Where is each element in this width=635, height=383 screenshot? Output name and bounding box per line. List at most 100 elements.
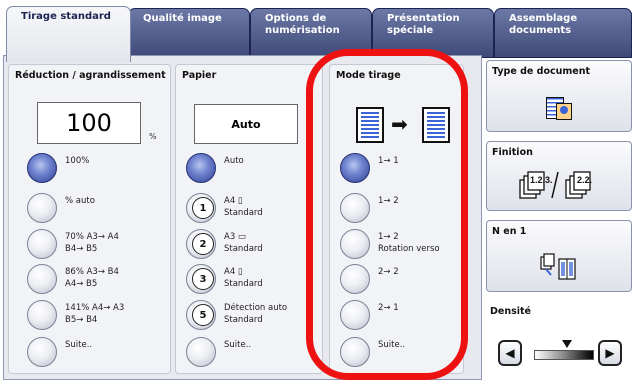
- finishing-label: Finition: [492, 147, 533, 158]
- mode-column: Mode tirage ➡ 1→ 1 1→ 2 1→ 2 Rotation ver…: [329, 64, 464, 374]
- radio-button[interactable]: [27, 229, 57, 259]
- paper-option[interactable]: 5 Détection auto Standard: [186, 300, 316, 332]
- reduction-value: 100: [66, 109, 112, 137]
- reduction-option[interactable]: % auto: [27, 193, 167, 225]
- mode-option[interactable]: 2→ 1: [340, 300, 460, 332]
- option-label: 70% A3→ A4 B4→ B5: [65, 232, 119, 254]
- option-label: 100%: [65, 156, 90, 166]
- reduction-value-box[interactable]: 100: [37, 102, 141, 144]
- document-type-label: Type de document: [492, 66, 591, 77]
- paper-option[interactable]: Suite..: [186, 337, 316, 369]
- option-label: 86% A3→ B4 A4→ B5: [65, 267, 119, 289]
- tab-presentation-speciale[interactable]: Présentation spéciale: [372, 8, 494, 58]
- option-label: A3 ▭ Standard: [224, 232, 263, 254]
- tab-assemblage-documents[interactable]: Assemblage documents: [494, 8, 632, 58]
- density-lighter-button[interactable]: ◀: [498, 340, 522, 366]
- tab-label: Présentation: [387, 13, 460, 24]
- paper-value-box[interactable]: Auto: [194, 104, 298, 144]
- option-label: 1→ 2 Rotation verso: [378, 232, 440, 254]
- n-up-button[interactable]: N en 1: [486, 220, 632, 292]
- density-marker: [562, 340, 572, 348]
- reduction-unit: %: [149, 132, 157, 141]
- paper-option[interactable]: 3 A4 ▯ Standard: [186, 264, 316, 296]
- option-label: Détection auto Standard: [224, 303, 288, 325]
- copy-screen: Tirage standard Qualité image Options de…: [0, 0, 635, 383]
- radio-button[interactable]: [27, 337, 57, 367]
- bypass-tray-icon: 5: [192, 304, 214, 326]
- option-label: A4 ▯ Standard: [224, 267, 263, 289]
- radio-button[interactable]: [186, 337, 216, 367]
- option-label: 2→ 1: [378, 303, 399, 313]
- tab-options-numerisation[interactable]: Options de numérisation: [250, 8, 372, 58]
- tray-1-icon: 1: [192, 197, 214, 219]
- reduction-option[interactable]: 70% A3→ A4 B4→ B5: [27, 229, 167, 261]
- tray-3-icon: 3: [192, 268, 214, 290]
- density-scale: [534, 340, 594, 360]
- finishing-button[interactable]: Finition 1.2.3. 2.2.: [486, 141, 632, 211]
- mode-option[interactable]: 2→ 2: [340, 264, 460, 296]
- arrow-left-icon: ◀: [505, 346, 515, 360]
- radio-button[interactable]: [27, 300, 57, 330]
- paper-column: Papier Auto Auto 1 A4 ▯ Standard 2 A3 ▭ St…: [175, 64, 323, 374]
- tab-label-2: spéciale: [387, 25, 434, 36]
- tab-tirage-standard[interactable]: Tirage standard: [6, 6, 131, 62]
- n-up-label: N en 1: [492, 226, 527, 237]
- arrow-right-icon: ▶: [605, 346, 615, 360]
- radio-button[interactable]: [186, 153, 216, 183]
- option-label: 2→ 2: [378, 267, 399, 277]
- option-label: A4 ▯ Standard: [224, 196, 263, 218]
- radio-button[interactable]: [340, 193, 370, 223]
- main-panel: Réduction / agrandissement 100 % 100% % …: [3, 55, 482, 380]
- radio-button[interactable]: [27, 153, 57, 183]
- radio-button[interactable]: [27, 193, 57, 223]
- radio-button[interactable]: [340, 300, 370, 330]
- n-up-icon: [540, 253, 576, 280]
- mode-title: Mode tirage: [336, 70, 401, 81]
- tab-label: Qualité image: [143, 13, 222, 24]
- reduction-option[interactable]: 100%: [27, 153, 167, 185]
- radio-button[interactable]: [340, 229, 370, 259]
- reduction-option[interactable]: 141% A4→ A3 B5→ B4: [27, 300, 167, 332]
- output-page-icon: [422, 107, 450, 143]
- option-label: 1→ 2: [378, 196, 399, 206]
- mode-option[interactable]: 1→ 1: [340, 153, 460, 185]
- mode-option[interactable]: 1→ 2: [340, 193, 460, 225]
- density-darker-button[interactable]: ▶: [598, 340, 622, 366]
- radio-button[interactable]: [340, 264, 370, 294]
- svg-text:2.2.: 2.2.: [577, 175, 592, 185]
- document-type-button[interactable]: Type de document: [486, 60, 632, 132]
- option-label: 141% A4→ A3 B5→ B4: [65, 303, 125, 325]
- tab-label: Options de: [265, 13, 327, 24]
- arrow-right-icon: ➡: [391, 112, 408, 136]
- radio-button[interactable]: [27, 264, 57, 294]
- paper-option[interactable]: 1 A4 ▯ Standard: [186, 193, 316, 225]
- paper-option[interactable]: 2 A3 ▭ Standard: [186, 229, 316, 261]
- tab-label-2: documents: [509, 25, 572, 36]
- document-photo-icon: [544, 97, 574, 121]
- option-label: % auto: [65, 196, 95, 206]
- option-label: Suite..: [224, 340, 252, 350]
- density-label: Densité: [490, 306, 531, 317]
- reduction-option[interactable]: Suite..: [27, 337, 167, 369]
- tray-2-icon: 2: [192, 233, 214, 255]
- tab-label: Assemblage: [509, 13, 578, 24]
- reduction-title: Réduction / agrandissement: [15, 70, 166, 81]
- source-page-icon: [356, 107, 384, 143]
- paper-option[interactable]: Auto: [186, 153, 316, 185]
- mode-option[interactable]: 1→ 2 Rotation verso: [340, 229, 460, 261]
- option-label: Suite..: [65, 340, 93, 350]
- reduction-option[interactable]: 86% A3→ B4 A4→ B5: [27, 264, 167, 296]
- reduction-column: Réduction / agrandissement 100 % 100% % …: [8, 64, 171, 374]
- tab-bar: Tirage standard Qualité image Options de…: [0, 0, 635, 62]
- tab-label-2: numérisation: [265, 25, 340, 36]
- paper-value: Auto: [231, 117, 261, 131]
- collate-icon: 1.2.3. 2.2.: [519, 171, 592, 199]
- tab-qualite-image[interactable]: Qualité image: [128, 8, 250, 58]
- radio-button[interactable]: [340, 153, 370, 183]
- tab-label: Tirage standard: [21, 11, 111, 22]
- svg-text:1.2.3.: 1.2.3.: [530, 175, 553, 185]
- mode-option[interactable]: Suite..: [340, 337, 460, 369]
- option-label: 1→ 1: [378, 156, 399, 166]
- paper-title: Papier: [182, 70, 217, 81]
- radio-button[interactable]: [340, 337, 370, 367]
